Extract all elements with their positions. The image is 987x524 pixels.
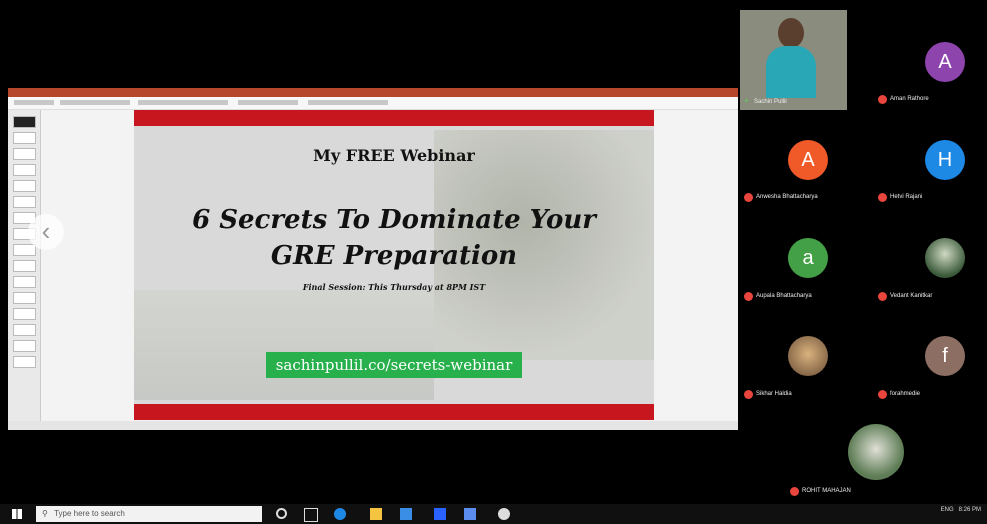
muted-mic-icon — [878, 95, 887, 104]
slide-thumbnail[interactable] — [13, 132, 36, 144]
shared-screen: My FREE Webinar 6 Secrets To Dominate Yo… — [8, 88, 738, 430]
search-placeholder: Type here to search — [54, 509, 125, 518]
participant-name: Aupala Bhattacharya — [756, 293, 812, 299]
slide-thumbnail[interactable] — [13, 148, 36, 160]
slide-thumbnail[interactable] — [13, 308, 36, 320]
file-explorer-icon[interactable] — [370, 508, 382, 520]
edge-browser-icon[interactable] — [334, 508, 346, 520]
slide-thumbnail[interactable] — [13, 116, 36, 128]
participant-name: Anwesha Bhattacharya — [756, 194, 818, 200]
muted-mic-icon — [878, 292, 887, 301]
participant-avatar: A — [788, 140, 828, 180]
slide-thumbnail[interactable] — [13, 340, 36, 352]
presentation-statusbar — [8, 421, 738, 430]
slide-thumbnail[interactable] — [13, 244, 36, 256]
slide-thumbnail[interactable] — [13, 324, 36, 336]
slide-background-photo — [134, 290, 434, 400]
slide-thumbnail[interactable] — [13, 356, 36, 368]
muted-mic-icon — [744, 292, 753, 301]
store-icon[interactable] — [400, 508, 412, 520]
webinar-link[interactable]: sachinpullil.co/secrets-webinar — [266, 352, 522, 378]
participant-video-tile[interactable]: Sachin Pullil + — [740, 10, 847, 110]
participant-name: Sachin Pullil — [754, 99, 787, 105]
participant-name: Aman Rathore — [890, 96, 929, 102]
cortana-icon[interactable] — [276, 508, 287, 519]
taskbar-search-box[interactable]: ⚲ Type here to search — [36, 506, 262, 522]
participant-avatar: H — [925, 140, 965, 180]
muted-mic-icon — [744, 193, 753, 202]
participant-avatar: f — [925, 336, 965, 376]
slide-heading: My FREE Webinar — [313, 146, 475, 165]
participant-name: ROHIT MAHAJAN — [802, 488, 851, 494]
participant-avatar: a — [788, 238, 828, 278]
participant-shirt — [766, 46, 816, 98]
task-view-icon[interactable] — [304, 508, 318, 522]
slide-title: 6 Secrets To Dominate Your GRE Preparati… — [192, 205, 596, 271]
mail-icon[interactable] — [434, 508, 446, 520]
slide-bottom-band — [134, 404, 654, 420]
participant-name: Sikhar Haldia — [756, 391, 792, 397]
language-indicator[interactable]: ENG — [941, 507, 954, 513]
slide-thumbnail[interactable] — [13, 164, 36, 176]
app-icon[interactable] — [464, 508, 476, 520]
slide-thumbnail[interactable] — [13, 292, 36, 304]
search-icon: ⚲ — [42, 509, 48, 518]
previous-page-arrow-icon[interactable]: ‹ — [28, 214, 64, 250]
muted-mic-icon — [790, 487, 799, 496]
muted-mic-icon — [878, 390, 887, 399]
slide-thumbnails-pane[interactable] — [8, 110, 41, 430]
slide-thumbnail[interactable] — [13, 196, 36, 208]
system-tray[interactable]: ENG 8:26 PM — [941, 506, 981, 514]
participant-photo — [848, 424, 904, 480]
clock[interactable]: 8:26 PM — [959, 507, 981, 513]
app-icon[interactable] — [498, 508, 510, 520]
windows-start-icon[interactable] — [12, 509, 22, 519]
windows-taskbar: ⚲ Type here to search ENG 8:26 PM — [0, 504, 987, 524]
current-slide: My FREE Webinar 6 Secrets To Dominate Yo… — [134, 110, 654, 420]
presentation-titlebar — [8, 88, 738, 97]
slide-thumbnail[interactable] — [13, 276, 36, 288]
participant-name: Vedant Kanitkar — [890, 293, 933, 299]
participant-avatar: A — [925, 42, 965, 82]
slide-thumbnail[interactable] — [13, 260, 36, 272]
active-speaker-icon: + — [744, 96, 749, 105]
participant-photo — [788, 336, 828, 376]
muted-mic-icon — [878, 193, 887, 202]
participant-name: Hetvi Rajani — [890, 194, 923, 200]
participant-photo — [925, 238, 965, 278]
slide-thumbnail[interactable] — [13, 180, 36, 192]
muted-mic-icon — [744, 390, 753, 399]
slide-top-band — [134, 110, 654, 126]
slide-subtitle: Final Session: This Thursday at 8PM IST — [302, 282, 486, 292]
presentation-ribbon — [8, 97, 738, 110]
participant-face — [778, 18, 804, 48]
participant-name: forahmedie — [890, 391, 921, 397]
